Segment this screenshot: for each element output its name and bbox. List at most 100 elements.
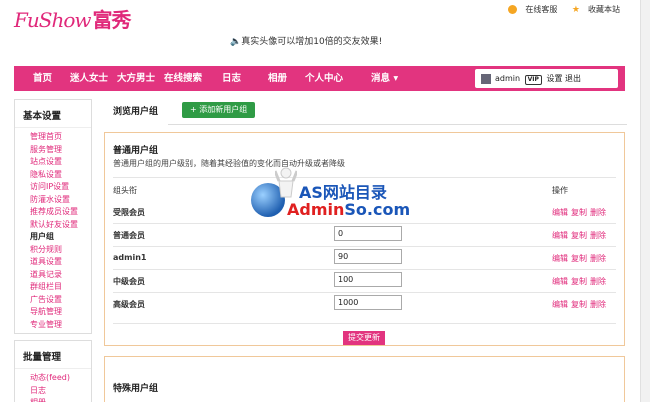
col-name-header: 组头衔 — [113, 186, 137, 195]
special-group-panel: 特殊用户组 — [104, 356, 625, 402]
exp-input[interactable] — [334, 249, 402, 264]
nav-profile[interactable]: 个人中心 — [305, 66, 343, 91]
edit-link[interactable]: 编辑 — [552, 208, 568, 217]
row-divider — [113, 269, 616, 270]
scrollbar[interactable] — [640, 0, 650, 402]
row-ops: 编辑 复制 删除 — [552, 299, 609, 310]
watermark: AS网站目录 AdminSo.com — [251, 167, 411, 227]
vip-badge: VIP — [524, 75, 542, 85]
sidebar-item[interactable]: 导航管理 — [30, 306, 91, 319]
panel-title: 普通用户组 — [113, 146, 159, 156]
sidebar-basic-list: 管理首页 服务管理 站点设置 隐私设置 访问IP设置 防灌水设置 推荐成员设置 默认好友设置用… — [15, 128, 91, 333]
user-box: admin VIP 设置 退出 — [475, 69, 618, 88]
favorite-link[interactable]: ★ 收藏本站 — [566, 4, 620, 15]
nav-ladies[interactable]: 迷人女士 — [70, 66, 108, 91]
nav-blog[interactable]: 日志 — [222, 66, 241, 91]
group-name: 高级会员 — [113, 300, 145, 309]
divider — [113, 323, 616, 324]
sidebar-item[interactable]: 相册 — [30, 397, 91, 402]
sidebar-item[interactable]: 专业管理 — [30, 319, 91, 332]
panel2-title: 特殊用户组 — [113, 384, 159, 394]
sidebar-basic-title: 基本设置 — [15, 100, 91, 128]
main-nav: 首页 迷人女士 大方男士 在线搜索 日志 相册 个人中心 消息 ▾ admin … — [14, 66, 625, 91]
edit-link[interactable]: 编辑 — [552, 277, 568, 286]
nav-home[interactable]: 首页 — [33, 66, 52, 91]
sidebar-item[interactable]: 推荐成员设置 — [30, 206, 91, 219]
sidebar-item[interactable]: 防灌水设置 — [30, 194, 91, 207]
top-links: 在线客服 ★ 收藏本站 — [496, 4, 620, 15]
sidebar-item[interactable]: 访问IP设置 — [30, 181, 91, 194]
row-divider — [113, 246, 616, 247]
sidebar-item[interactable]: 用户组 — [30, 231, 91, 244]
settings-link[interactable]: 设置 — [546, 74, 562, 83]
delete-link[interactable]: 删除 — [590, 254, 606, 263]
sidebar-bulk: 批量管理 动态(feed)日志相册 — [14, 340, 92, 402]
sidebar-item[interactable]: 管理首页 — [30, 131, 91, 144]
sidebar-item[interactable]: 服务管理 — [30, 144, 91, 157]
tab-bar: 浏览用户组 + 添加新用户组 — [103, 99, 627, 125]
exp-input[interactable] — [334, 295, 402, 310]
group-name: 普通会员 — [113, 231, 145, 240]
sidebar-item[interactable]: 道具记录 — [30, 269, 91, 282]
tab-browse-groups[interactable]: 浏览用户组 — [103, 101, 169, 125]
delete-link[interactable]: 删除 — [590, 208, 606, 217]
avatar[interactable] — [481, 73, 491, 84]
delete-link[interactable]: 删除 — [590, 300, 606, 309]
edit-link[interactable]: 编辑 — [552, 300, 568, 309]
row-ops: 编辑 复制 删除 — [552, 276, 609, 287]
sidebar-item[interactable]: 积分规则 — [30, 244, 91, 257]
row-ops: 编辑 复制 删除 — [552, 230, 609, 241]
chevron-down-icon: ▾ — [393, 73, 399, 84]
sidebar-item[interactable]: 道具设置 — [30, 256, 91, 269]
table-row: 普通会员 编辑复制删除 — [113, 226, 618, 248]
sidebar-bulk-title: 批量管理 — [15, 341, 91, 369]
delete-link[interactable]: 删除 — [590, 231, 606, 240]
nav-messages[interactable]: 消息 ▾ — [371, 66, 398, 91]
row-divider — [113, 292, 616, 293]
sidebar-basic: 基本设置 管理首页 服务管理 站点设置 隐私设置 访问IP设置 防灌水设置 推荐成员设置 默认… — [14, 99, 92, 334]
exp-input[interactable] — [334, 226, 402, 241]
delete-link[interactable]: 删除 — [590, 277, 606, 286]
sidebar-item[interactable]: 日志 — [30, 385, 91, 398]
group-name: 受限会员 — [113, 208, 145, 217]
table-row: admin1 编辑复制删除 — [113, 249, 618, 271]
table-row: 中级会员 编辑复制删除 — [113, 272, 618, 294]
copy-link[interactable]: 复制 — [571, 277, 587, 286]
star-icon: ★ — [571, 4, 580, 15]
sidebar-item[interactable]: 动态(feed) — [30, 372, 91, 385]
sidebar-item[interactable]: 隐私设置 — [30, 169, 91, 182]
sidebar-item[interactable]: 默认好友设置 — [30, 219, 91, 232]
speaker-icon: 🔈 — [230, 37, 242, 47]
copy-link[interactable]: 复制 — [571, 300, 587, 309]
watermark-text2: AdminSo.com — [287, 200, 411, 219]
col-ops-header: 操作 — [552, 186, 568, 195]
copy-link[interactable]: 复制 — [571, 231, 587, 240]
sidebar: 基本设置 管理首页 服务管理 站点设置 隐私设置 访问IP设置 防灌水设置 推荐成员设置 默认… — [14, 99, 92, 402]
edit-link[interactable]: 编辑 — [552, 231, 568, 240]
page: FuShow 富秀 在线客服 ★ 收藏本站 🔈真实头像可以增加10倍的交友效果! 首… — [0, 0, 650, 402]
normal-group-panel: 普通用户组 普通用户组的用户级别，随着其经验值的变化而自动升级或者降级 组头衔 … — [104, 132, 625, 346]
site-logo[interactable]: FuShow 富秀 — [14, 4, 132, 33]
exp-input[interactable] — [334, 272, 402, 287]
sidebar-bulk-list: 动态(feed)日志相册 — [15, 369, 91, 402]
username[interactable]: admin — [495, 74, 520, 83]
submit-button[interactable]: 提交更新 — [343, 331, 385, 345]
service-icon — [508, 5, 518, 14]
add-group-button[interactable]: + 添加新用户组 — [182, 102, 256, 118]
row-ops: 编辑 复制 删除 — [552, 253, 609, 264]
logout-link[interactable]: 退出 — [565, 74, 581, 83]
sidebar-item[interactable]: 群组栏目 — [30, 281, 91, 294]
service-link[interactable]: 在线客服 — [502, 5, 557, 14]
row-ops: 编辑 复制 删除 — [552, 207, 609, 218]
sidebar-item[interactable]: 广告设置 — [30, 294, 91, 307]
table-row: 高级会员 编辑复制删除 — [113, 295, 618, 317]
group-name: admin1 — [113, 253, 147, 262]
copy-link[interactable]: 复制 — [571, 208, 587, 217]
copy-link[interactable]: 复制 — [571, 254, 587, 263]
slogan: 🔈真实头像可以增加10倍的交友效果! — [230, 37, 383, 47]
nav-gentlemen[interactable]: 大方男士 — [117, 66, 155, 91]
sidebar-item[interactable]: 站点设置 — [30, 156, 91, 169]
nav-search[interactable]: 在线搜索 — [164, 66, 202, 91]
edit-link[interactable]: 编辑 — [552, 254, 568, 263]
nav-album[interactable]: 相册 — [268, 66, 287, 91]
